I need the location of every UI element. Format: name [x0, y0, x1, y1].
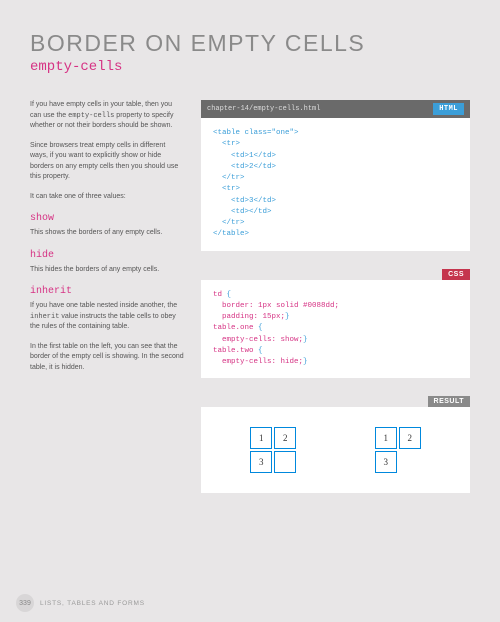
page-subtitle: empty-cells: [30, 59, 470, 75]
intro-paragraph: If you have empty cells in your table, t…: [30, 100, 185, 132]
page-number: 339: [16, 594, 34, 612]
browser-note: Since browsers treat empty cells in diff…: [30, 141, 185, 183]
final-note: In the first table on the left, you can …: [30, 342, 185, 374]
values-intro: It can take one of three values:: [30, 192, 185, 203]
html-badge: HTML: [433, 103, 464, 115]
examples-column: chapter-14/empty-cells.html HTML <table …: [201, 100, 470, 493]
value-hide-label: hide: [30, 248, 185, 263]
demo-table-show: 12 3: [248, 425, 298, 475]
page-footer: 339 LISTS, TABLES AND FORMS: [16, 594, 145, 612]
value-hide-desc: This hides the borders of any empty cell…: [30, 265, 185, 276]
value-inherit-desc: If you have one table nested inside anot…: [30, 301, 185, 333]
demo-table-hide: 12 3: [373, 425, 423, 475]
result-box: 12 3 12 3: [201, 407, 470, 493]
html-code-box: <table class="one"> <tr> <td>1</td> <td>…: [201, 118, 470, 251]
page-title: BORDER ON EMPTY CELLS: [30, 30, 470, 57]
description-column: If you have empty cells in your table, t…: [30, 100, 185, 493]
section-name: LISTS, TABLES AND FORMS: [40, 600, 145, 607]
value-inherit-label: inherit: [30, 284, 185, 299]
value-show-label: show: [30, 211, 185, 226]
css-code-box: td { border: 1px solid #0088dd; padding:…: [201, 280, 470, 379]
css-badge: CSS: [442, 269, 470, 280]
value-show-desc: This shows the borders of any empty cell…: [30, 228, 185, 239]
result-badge: RESULT: [428, 396, 470, 407]
file-path: chapter-14/empty-cells.html: [207, 105, 320, 113]
html-code-header: chapter-14/empty-cells.html HTML: [201, 100, 470, 118]
